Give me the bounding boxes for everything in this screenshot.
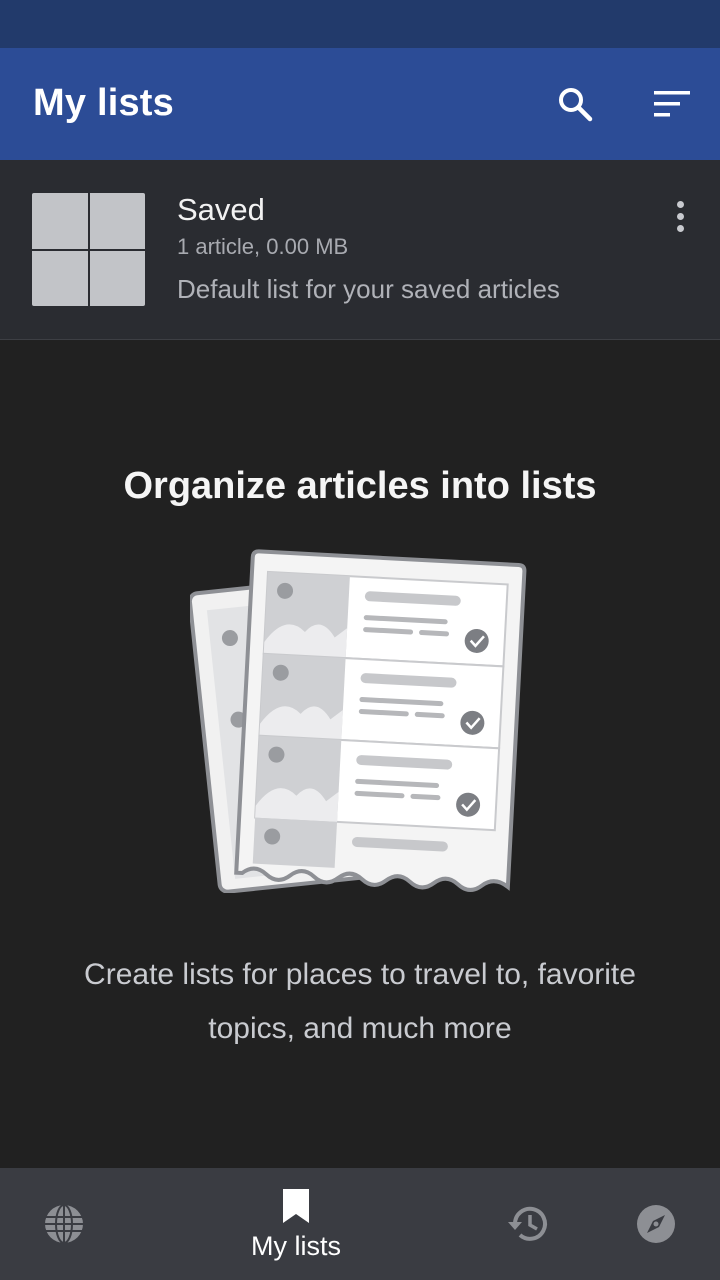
bookmark-icon	[283, 1188, 309, 1223]
nav-explore[interactable]	[24, 1168, 104, 1280]
nav-nearby[interactable]	[616, 1168, 696, 1280]
globe-icon	[45, 1204, 83, 1244]
app-bar: My lists	[0, 48, 720, 160]
history-icon	[508, 1206, 547, 1241]
status-bar	[0, 0, 720, 48]
search-icon	[559, 88, 593, 122]
nav-my-lists[interactable]: My lists	[216, 1168, 376, 1280]
nav-history[interactable]	[488, 1168, 568, 1280]
search-button[interactable]	[551, 80, 599, 128]
list-meta: 1 article, 0.00 MB	[177, 234, 349, 259]
list-description: Default list for your saved articles	[177, 274, 560, 304]
list-thumbnail	[32, 193, 145, 306]
page-title: My lists	[33, 82, 174, 124]
sort-button[interactable]	[648, 80, 696, 128]
nav-my-lists-label: My lists	[251, 1230, 341, 1261]
list-title: Saved	[177, 192, 265, 227]
sort-icon	[654, 91, 690, 117]
lists-illustration	[190, 549, 527, 893]
list-overflow-menu-button[interactable]	[656, 192, 704, 240]
empty-state-title: Organize articles into lists	[123, 465, 597, 507]
compass-icon	[637, 1205, 675, 1243]
empty-state-description: Create lists for places to travel to, fa…	[84, 958, 636, 1045]
bottom-navigation: My lists	[0, 1168, 720, 1280]
more-vert-icon	[676, 200, 684, 208]
reading-list-row-saved[interactable]: Saved 1 article, 0.00 MB Default list fo…	[0, 160, 720, 340]
